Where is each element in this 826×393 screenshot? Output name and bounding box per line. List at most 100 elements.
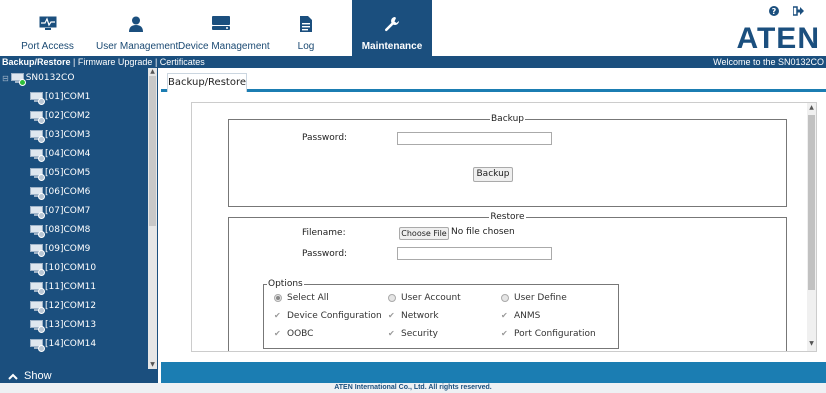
option-user-define[interactable]: User Define [501,293,567,303]
show-toggle[interactable]: Show [0,369,158,383]
nav-maintenance-label: Maintenance [361,41,423,52]
option-select-all-label: Select All [287,293,329,303]
port-status-icon [30,129,45,143]
port-status-icon [30,243,45,257]
chevron-up-icon [8,373,18,380]
nav-log[interactable]: Log [288,0,324,56]
tree-port-item[interactable]: [06]COM6 [30,184,90,200]
nav-maintenance[interactable]: Maintenance [352,0,432,56]
option-user-define-label: User Define [514,293,567,303]
tree-port-label: [03]COM3 [45,130,91,140]
show-label: Show [24,370,52,382]
radio-selected-icon[interactable] [274,294,282,302]
tree-port-item[interactable]: [05]COM5 [30,165,90,181]
option-user-account[interactable]: User Account [388,293,461,303]
restore-password-input[interactable] [397,247,552,260]
port-status-icon [30,281,45,295]
backup-password-input[interactable] [397,132,552,145]
help-icon[interactable]: ? [769,6,779,16]
scroll-down-arrow-icon[interactable]: ▼ [149,361,156,369]
tree-port-label: [07]COM7 [45,206,91,216]
content-scroll-thumb[interactable] [808,115,815,290]
checkmark-icon[interactable]: ✔ [501,330,509,338]
file-status-text: No file chosen [451,227,515,237]
logout-icon[interactable] [793,6,804,16]
tab-backup-restore[interactable]: Backup/Restore [167,73,247,92]
port-status-icon [30,300,45,314]
nav-user-management-label: User Management [96,41,179,52]
checkmark-icon[interactable]: ✔ [501,312,509,320]
content-scrollbar[interactable]: ▲ ▼ [807,103,816,351]
port-status-icon [30,91,45,105]
backup-password-label: Password: [302,133,348,143]
port-status-icon [30,319,45,333]
tree-port-item[interactable]: [03]COM3 [30,127,90,143]
restore-filename-label: Filename: [302,228,346,238]
wrench-icon [384,17,399,32]
collapse-icon[interactable]: ⊟ [2,74,9,83]
port-status-icon [30,262,45,276]
tree-port-item[interactable]: [08]COM8 [30,222,90,238]
option-device-configuration[interactable]: ✔ Device Configuration [274,311,382,321]
nav-log-label: Log [297,41,315,52]
tree-port-item[interactable]: [07]COM7 [30,203,90,219]
tree-port-item[interactable]: [12]COM12 [30,298,96,314]
sidebar-scroll-thumb[interactable] [149,76,156,226]
backup-button[interactable]: Backup [473,167,513,182]
option-select-all[interactable]: Select All [274,293,329,303]
tree-port-item[interactable]: [14]COM14 [30,336,96,352]
log-icon [300,16,312,32]
tree-port-item[interactable]: [10]COM10 [30,260,96,276]
option-security[interactable]: ✔ Security [388,329,438,339]
tree-port-label: [04]COM4 [45,149,91,159]
tree-root-device[interactable]: ⊟ SN0132CO [2,70,74,86]
tree-port-item[interactable]: [11]COM11 [30,279,96,295]
port-status-icon [30,167,45,181]
option-device-configuration-label: Device Configuration [287,311,382,321]
checkmark-icon[interactable]: ✔ [274,330,282,338]
option-port-configuration[interactable]: ✔ Port Configuration [501,329,596,339]
option-oobc[interactable]: ✔ OOBC [274,329,313,339]
option-anms[interactable]: ✔ ANMS [501,311,540,321]
option-user-account-label: User Account [401,293,461,303]
option-port-configuration-label: Port Configuration [514,329,596,339]
tree-port-item[interactable]: [09]COM9 [30,241,90,257]
option-network[interactable]: ✔ Network [388,311,439,321]
nav-user-management[interactable]: User Management [96,0,179,56]
nav-device-management-label: Device Management [178,41,270,52]
sidebar-scrollbar[interactable]: ▲ ▼ [148,68,157,369]
checkmark-icon[interactable]: ✔ [388,330,396,338]
restore-legend: Restore [490,212,525,222]
radio-icon[interactable] [388,294,396,302]
tree-port-label: [13]COM13 [45,320,97,330]
checkmark-icon[interactable]: ✔ [388,312,396,320]
tree-port-item[interactable]: [13]COM13 [30,317,96,333]
choose-file-button[interactable]: Choose File [399,227,449,240]
svg-text:?: ? [772,7,777,16]
scroll-up-arrow-icon[interactable]: ▲ [149,68,156,76]
tree-port-label: [11]COM11 [45,282,97,292]
welcome-text: Welcome to the SN0132CO [713,57,824,67]
port-status-icon [30,110,45,124]
bottom-status-bar [161,362,826,383]
port-access-icon [39,16,56,30]
content-frame: Backup Password: Backup Restore Filename… [191,102,817,352]
nav-port-access[interactable]: Port Access [10,0,85,56]
tree-port-item[interactable]: [04]COM4 [30,146,90,162]
scroll-down-arrow-icon[interactable]: ▼ [807,339,816,349]
tab-strip: Backup/Restore [161,68,826,92]
sub-nav-certificates[interactable]: Certificates [160,57,205,67]
nav-device-management[interactable]: Device Management [178,0,270,56]
tree-root-label: SN0132CO [25,73,75,83]
tree-port-item[interactable]: [01]COM1 [30,89,90,105]
sub-nav-firmware-upgrade[interactable]: Firmware Upgrade [78,57,153,67]
port-status-icon [30,338,45,352]
tree-port-item[interactable]: [02]COM2 [30,108,90,124]
scroll-up-arrow-icon[interactable]: ▲ [807,103,816,113]
sub-nav-backup-restore[interactable]: Backup/Restore [2,57,71,67]
radio-icon[interactable] [501,294,509,302]
sub-navigation: Backup/Restore | Firmware Upgrade | Cert… [0,56,826,68]
checkmark-icon[interactable]: ✔ [274,312,282,320]
restore-password-label: Password: [302,249,348,259]
option-network-label: Network [401,311,439,321]
